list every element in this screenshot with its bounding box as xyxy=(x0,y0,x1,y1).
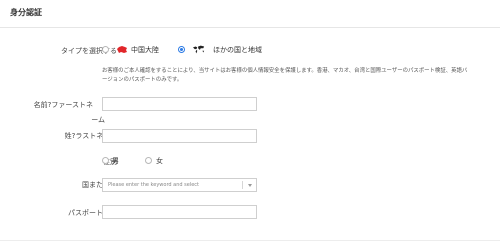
first-name-input[interactable] xyxy=(102,97,257,111)
other-region-radio[interactable] xyxy=(178,46,185,53)
other-region-option-label[interactable]: ほかの国と地域 xyxy=(213,45,262,55)
privacy-notice: お客様のご本人確認をすることにより、当サイトはお客様の個人情報安全を保護します。… xyxy=(102,68,468,83)
female-option-label[interactable]: 女 xyxy=(156,156,163,166)
first-name-label-cont: ーム xyxy=(91,116,105,124)
section-header: 身分認証 xyxy=(0,0,500,28)
page-title: 身分認証 xyxy=(10,8,42,17)
identity-verification-page: 身分認証 タイプを選択する 中国大陸 ほかの国と地域 お客様のご本人確認をするこ… xyxy=(0,0,500,245)
country-select-placeholder: Please enter the keyword and select xyxy=(108,182,200,188)
china-option-label[interactable]: 中国大陸 xyxy=(131,45,159,55)
country-select[interactable]: Please enter the keyword and select xyxy=(102,178,257,192)
male-option-label[interactable]: 男 xyxy=(112,156,119,166)
female-radio[interactable] xyxy=(145,157,152,164)
china-radio[interactable] xyxy=(102,46,109,53)
china-map-icon xyxy=(117,46,127,53)
bottom-divider xyxy=(0,240,500,241)
male-radio[interactable] xyxy=(102,157,109,164)
world-map-icon xyxy=(193,45,205,54)
passport-number-input[interactable] xyxy=(102,205,257,219)
chevron-down-icon[interactable] xyxy=(248,184,252,187)
last-name-input[interactable] xyxy=(102,129,257,143)
first-name-label: 名前?ファーストネ xyxy=(33,101,93,109)
select-divider xyxy=(242,181,243,189)
